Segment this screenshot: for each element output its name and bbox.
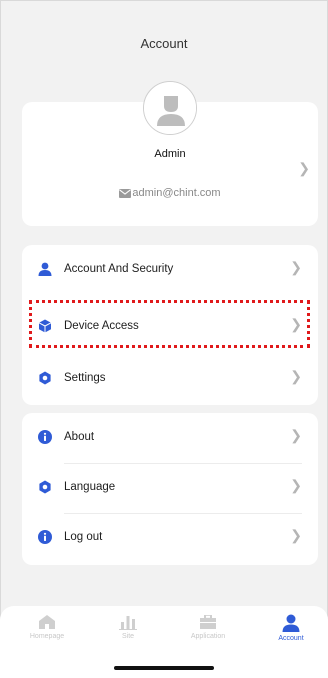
page-title: Account xyxy=(140,36,188,51)
tab-account[interactable]: Account xyxy=(256,614,326,642)
menu-item-label: About xyxy=(64,431,95,443)
menu-item-account-security[interactable]: Account And Security ❯ xyxy=(22,245,318,295)
chevron-right-icon: ❯ xyxy=(290,259,302,275)
info-icon xyxy=(38,430,52,444)
tab-homepage[interactable]: Homepage xyxy=(12,614,82,640)
user-icon xyxy=(38,262,52,276)
tab-application[interactable]: Application xyxy=(173,614,243,640)
tab-label: Site xyxy=(121,633,135,640)
menu-item-label: Language xyxy=(64,481,116,493)
avatar[interactable] xyxy=(143,81,197,135)
device-access-highlight-box xyxy=(29,300,310,348)
menu-item-label: Account And Security xyxy=(64,263,174,275)
chevron-right-icon: ❯ xyxy=(290,368,302,384)
tab-label: Homepage xyxy=(29,633,65,640)
bar-chart-icon xyxy=(119,616,137,630)
home-indicator xyxy=(114,666,214,670)
tab-label: Account xyxy=(278,635,304,642)
avatar-user-icon xyxy=(144,82,196,134)
briefcase-icon xyxy=(200,615,216,629)
home-icon xyxy=(39,615,55,629)
profile-name: Admin xyxy=(154,148,186,160)
tab-label: Application xyxy=(190,633,226,640)
gear-icon xyxy=(39,480,51,494)
menu-item-language[interactable]: Language ❯ xyxy=(22,463,318,513)
menu-item-label: Log out xyxy=(64,531,103,543)
chevron-right-icon: ❯ xyxy=(290,427,302,443)
user-icon xyxy=(282,614,300,632)
menu-item-settings[interactable]: Settings ❯ xyxy=(22,354,318,404)
chevron-right-icon: ❯ xyxy=(290,477,302,493)
info-icon xyxy=(38,530,52,544)
menu-item-label: Settings xyxy=(64,372,106,384)
gear-icon xyxy=(39,371,51,385)
menu-item-about[interactable]: About ❯ xyxy=(22,413,318,463)
profile-chevron-right-icon: ❯ xyxy=(298,160,310,176)
menu-item-logout[interactable]: Log out ❯ xyxy=(22,513,318,563)
mail-icon xyxy=(119,188,132,198)
chevron-right-icon: ❯ xyxy=(290,527,302,543)
tab-site[interactable]: Site xyxy=(93,614,163,640)
profile-email: admin@chint.com xyxy=(22,187,318,199)
profile-email-text: admin@chint.com xyxy=(132,187,221,199)
